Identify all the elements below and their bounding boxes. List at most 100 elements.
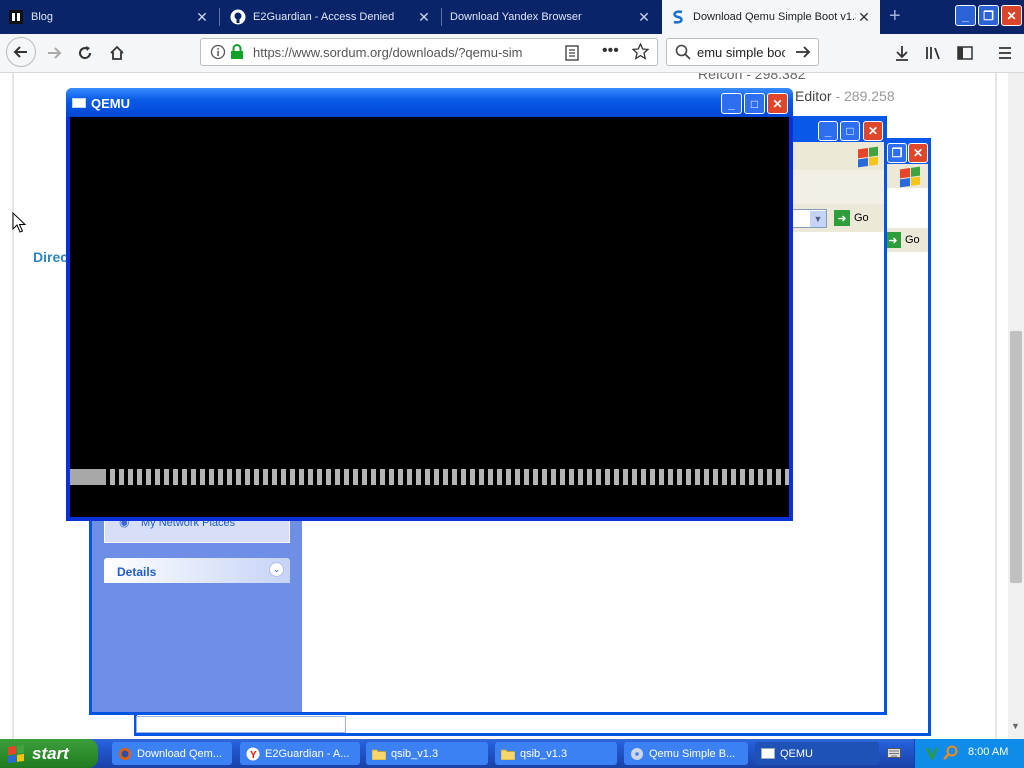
progress-segment: [182, 469, 187, 485]
taskbar-item-qemu[interactable]: QEMU: [755, 742, 879, 765]
expand-chevron-icon[interactable]: ⌄: [269, 562, 284, 577]
progress-segment: [128, 469, 133, 485]
search-tray-icon[interactable]: [943, 745, 959, 764]
close-tab-icon[interactable]: ✕: [416, 9, 432, 26]
page-border: [12, 73, 14, 739]
home-button[interactable]: [103, 39, 131, 67]
progress-segment: [569, 469, 574, 485]
maximize-window-icon[interactable]: □: [840, 121, 860, 141]
progress-segment: [596, 469, 601, 485]
downloads-button[interactable]: [888, 39, 916, 67]
sidebar-button[interactable]: [951, 39, 979, 67]
tab-e2guardian[interactable]: E2Guardian - Access Denied ✕: [222, 0, 440, 34]
tab-label: E2Guardian - Access Denied: [253, 11, 395, 23]
scroll-down-arrow-icon[interactable]: ▼: [1011, 721, 1020, 731]
progress-segment: [497, 469, 502, 485]
minimize-window-icon[interactable]: _: [818, 121, 838, 141]
forward-button[interactable]: [40, 39, 68, 67]
search-bar[interactable]: emu simple boot: [666, 38, 819, 66]
blog-favicon-icon: [8, 9, 24, 25]
progress-segment: [425, 469, 430, 485]
tab-qemu-download[interactable]: Download Qemu Simple Boot v1.3 ✕: [662, 0, 880, 34]
progress-segment: [290, 469, 295, 485]
progress-segment: [218, 469, 223, 485]
progress-segment: [344, 469, 349, 485]
reload-button[interactable]: [71, 39, 99, 67]
scrollbar-thumb[interactable]: [1010, 331, 1022, 583]
page-actions-icon[interactable]: •••: [602, 42, 619, 60]
firefox-icon: [118, 747, 132, 761]
minimize-window-icon[interactable]: _: [955, 5, 976, 26]
progress-segment: [587, 469, 592, 485]
library-button[interactable]: [920, 39, 948, 67]
go-button[interactable]: ➜ Go: [885, 232, 920, 248]
progress-segment: [722, 469, 727, 485]
qemu-window[interactable]: QEMU _ □ ✕: [66, 88, 793, 521]
close-tab-icon[interactable]: ✕: [636, 9, 652, 26]
details-panel-header[interactable]: Details ⌄: [104, 558, 290, 583]
progress-segment: [164, 469, 169, 485]
taskbar-item-folder-2[interactable]: qsib_v1.3: [495, 742, 617, 765]
menu-button[interactable]: [991, 39, 1019, 67]
github-favicon-icon: [230, 9, 246, 25]
taskbar-item-firefox[interactable]: Download Qem...: [112, 742, 232, 765]
progress-segment: [416, 469, 421, 485]
taskbar-item-yandex[interactable]: Y E2Guardian - A...: [240, 742, 360, 765]
progress-segment: [713, 469, 718, 485]
progress-segment: [461, 469, 466, 485]
reicon-download-link[interactable]: ReIcon - 298.382: [698, 73, 805, 82]
progress-segment: [443, 469, 448, 485]
taskbar-item-folder-1[interactable]: qsib_v1.3: [366, 742, 488, 765]
search-icon: [675, 44, 691, 63]
taskbar-item-qemu-simple-boot[interactable]: Qemu Simple B...: [624, 742, 748, 765]
progress-segment: [371, 469, 376, 485]
tab-blog[interactable]: Blog ✕: [0, 0, 218, 34]
progress-segment: [677, 469, 682, 485]
back-button[interactable]: [6, 37, 36, 67]
url-bar[interactable]: https://www.sordum.org/downloads/?qemu-s…: [200, 38, 658, 66]
restore-window-icon[interactable]: ❐: [978, 5, 999, 26]
tab-yandex[interactable]: Download Yandex Browser ✕: [442, 0, 660, 34]
minimize-window-icon[interactable]: _: [721, 93, 742, 114]
registry-editor-download-link[interactable]: Editor - 289.258: [795, 88, 895, 104]
qemu-display[interactable]: [70, 117, 789, 517]
search-go-arrow-icon[interactable]: [795, 44, 811, 63]
bookmark-star-icon[interactable]: [631, 42, 650, 63]
info-icon[interactable]: [210, 44, 226, 63]
progress-segment: [515, 469, 520, 485]
close-window-icon[interactable]: ✕: [908, 143, 928, 163]
progress-segment: [560, 469, 565, 485]
direct-download-link[interactable]: Direc: [33, 249, 68, 265]
browser-nav-bar: https://www.sordum.org/downloads/?qemu-s…: [0, 34, 1024, 73]
taskbar-item-label: qsib_v1.3: [391, 747, 439, 760]
progress-segment: [227, 469, 232, 485]
qemu-title-bar[interactable]: QEMU _ □ ✕: [66, 88, 793, 117]
reader-view-icon[interactable]: [565, 45, 579, 64]
progress-segment: [650, 469, 655, 485]
close-window-icon[interactable]: ✕: [863, 121, 883, 141]
network-tray-icon[interactable]: [925, 746, 939, 763]
new-tab-plus-icon[interactable]: +: [889, 5, 901, 28]
close-tab-icon[interactable]: ✕: [856, 9, 872, 26]
maximize-window-icon[interactable]: ❐: [887, 143, 907, 163]
close-window-icon[interactable]: ✕: [767, 93, 788, 114]
progress-segment: [254, 469, 259, 485]
close-tab-icon[interactable]: ✕: [194, 9, 210, 26]
progress-segment: [281, 469, 286, 485]
address-dropdown-chevron-icon[interactable]: ▼: [810, 211, 826, 227]
go-button[interactable]: ➜ Go: [834, 210, 869, 226]
progress-segment: [731, 469, 736, 485]
search-input[interactable]: emu simple boot: [697, 45, 785, 60]
progress-segment: [605, 469, 610, 485]
close-window-icon[interactable]: ✕: [1001, 5, 1022, 26]
keyboard-icon[interactable]: [887, 747, 901, 762]
url-text[interactable]: https://www.sordum.org/downloads/?qemu-s…: [253, 45, 533, 60]
progress-segment: [263, 469, 268, 485]
progress-segment: [191, 469, 196, 485]
progress-segment: [767, 469, 772, 485]
progress-segment: [704, 469, 709, 485]
qemu-window-icon: [72, 98, 86, 108]
mouse-cursor-icon: [12, 211, 27, 237]
maximize-window-icon[interactable]: □: [744, 93, 765, 114]
start-button[interactable]: start: [0, 739, 98, 768]
